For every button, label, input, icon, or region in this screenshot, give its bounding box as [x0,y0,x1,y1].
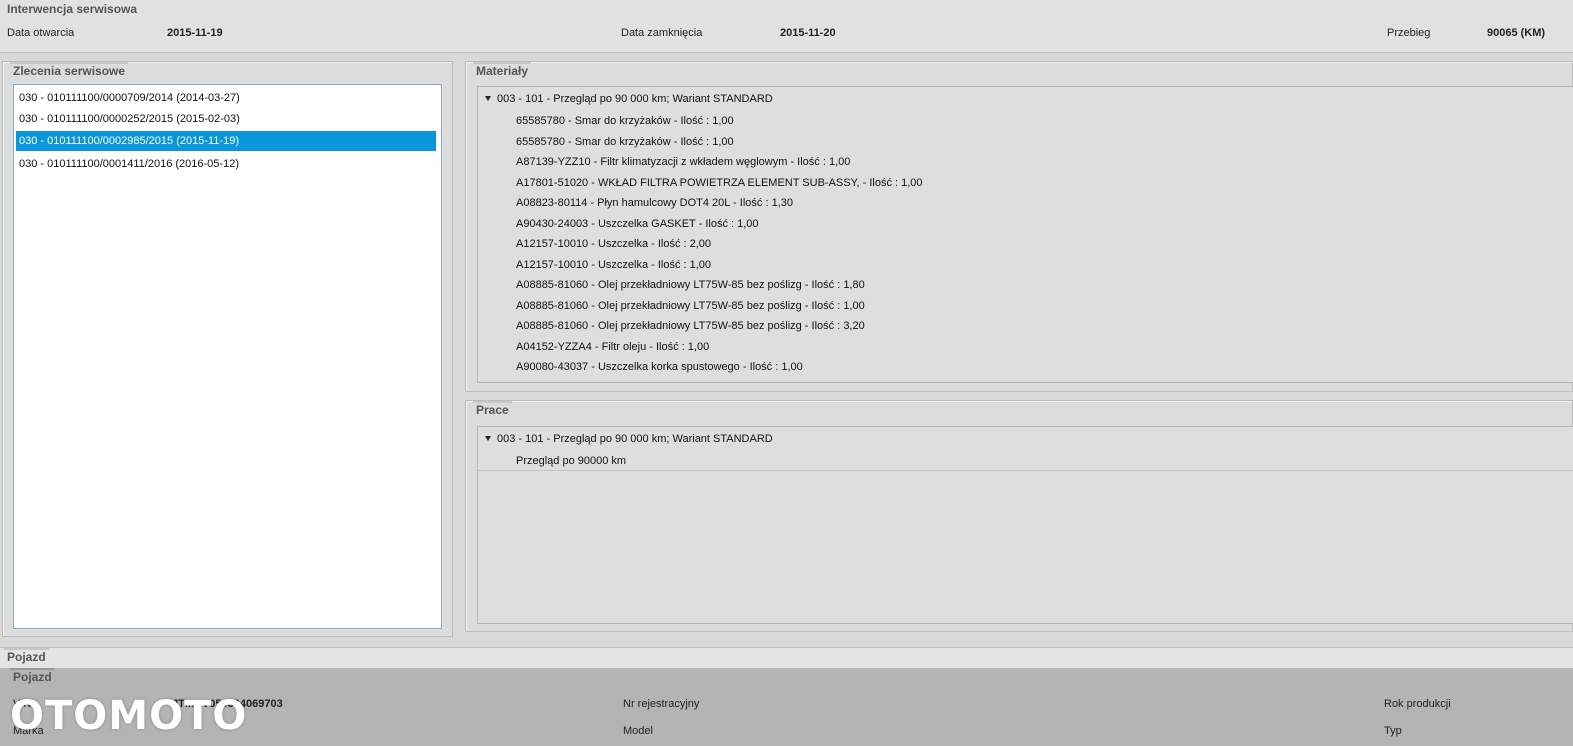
material-item[interactable]: A08885-81060 - Olej przekładniowy LT75W-… [516,296,865,316]
registration-label: Nr rejestracyjny [623,698,700,710]
material-item[interactable]: A17801-51020 - WKŁAD FILTRA POWIETRZA EL… [516,173,923,193]
material-item[interactable]: A90080-43037 - Uszczelka korka spustoweg… [516,357,803,377]
material-item[interactable]: 65585780 - Smar do krzyżaków - Ilość : 1… [516,111,734,131]
material-item[interactable]: A12157-10010 - Uszczelka - Ilość : 2,00 [516,234,711,254]
materials-panel-title: Materiały [473,62,532,78]
otomoto-watermark-logo: OTOMOTO [10,693,248,739]
order-item[interactable]: 030 - 010111100/0000252/2015 (2015-02-03… [16,109,436,129]
vehicle-panel-title: Pojazd [10,668,55,684]
order-item-selected[interactable]: 030 - 010111100/0002985/2015 (2015-11-19… [16,131,436,151]
works-panel-title: Prace [473,401,512,417]
material-item[interactable]: 65585780 - Smar do krzyżaków - Ilość : 1… [516,132,734,152]
orders-panel-title: Zlecenia serwisowe [10,62,129,78]
materials-panel: Materiały 003 - 101 - Przegląd po 90 000… [465,61,1573,392]
works-panel: Prace 003 - 101 - Przegląd po 90 000 km;… [465,400,1573,632]
tree-divider [478,470,1573,471]
mileage-value: 90065 (KM) [1487,27,1546,39]
works-tree[interactable]: 003 - 101 - Przegląd po 90 000 km; Waria… [477,426,1573,624]
materials-tree[interactable]: 003 - 101 - Przegląd po 90 000 km; Waria… [477,86,1573,383]
vehicle-strip-title: Pojazd [4,648,49,664]
vehicle-section-header: Pojazd [0,647,1573,668]
materials-group-label: 003 - 101 - Przegląd po 90 000 km; Waria… [497,93,773,105]
close-date-value: 2015-11-20 [780,27,836,39]
page-title: Interwencja serwisowa [7,2,138,16]
caret-down-icon[interactable] [485,436,491,441]
material-item[interactable]: A87139-YZZ10 - Filtr klimatyzacji z wkła… [516,152,850,172]
materials-group-node[interactable]: 003 - 101 - Przegląd po 90 000 km; Waria… [485,89,773,109]
mileage-label: Przebieg [1387,27,1431,39]
material-item[interactable]: A08885-81060 - Olej przekładniowy LT75W-… [516,275,865,295]
material-item[interactable]: A08823-80114 - Płyn hamulcowy DOT4 20L -… [516,193,793,213]
open-date-value: 2015-11-19 [167,27,223,39]
material-item[interactable]: A90430-24003 - Uszczelka GASKET - Ilość … [516,214,759,234]
open-date-label: Data otwarcia [7,27,75,39]
work-item[interactable]: Przegląd po 90000 km [516,451,626,471]
caret-down-icon[interactable] [485,96,491,101]
production-year-label: Rok produkcji [1384,698,1451,710]
type-label: Typ [1384,725,1402,737]
intervention-header: Interwencja serwisowa Data otwarcia 2015… [0,0,1573,53]
order-item[interactable]: 030 - 010111100/0001411/2016 (2016-05-12… [16,154,436,174]
material-item[interactable]: A12157-10010 - Uszczelka - Ilość : 1,00 [516,255,711,275]
close-date-label: Data zamknięcia [621,27,703,39]
works-group-label: 003 - 101 - Przegląd po 90 000 km; Waria… [497,433,773,445]
material-item[interactable]: A04152-YZZA4 - Filtr oleju - Ilość : 1,0… [516,337,709,357]
works-group-node[interactable]: 003 - 101 - Przegląd po 90 000 km; Waria… [485,429,773,449]
orders-list[interactable]: 030 - 010111100/0000709/2014 (2014-03-27… [13,84,442,629]
material-item[interactable]: A08885-81060 - Olej przekładniowy LT75W-… [516,316,865,336]
model-label: Model [623,725,653,737]
order-item[interactable]: 030 - 010111100/0000709/2014 (2014-03-27… [16,88,436,108]
